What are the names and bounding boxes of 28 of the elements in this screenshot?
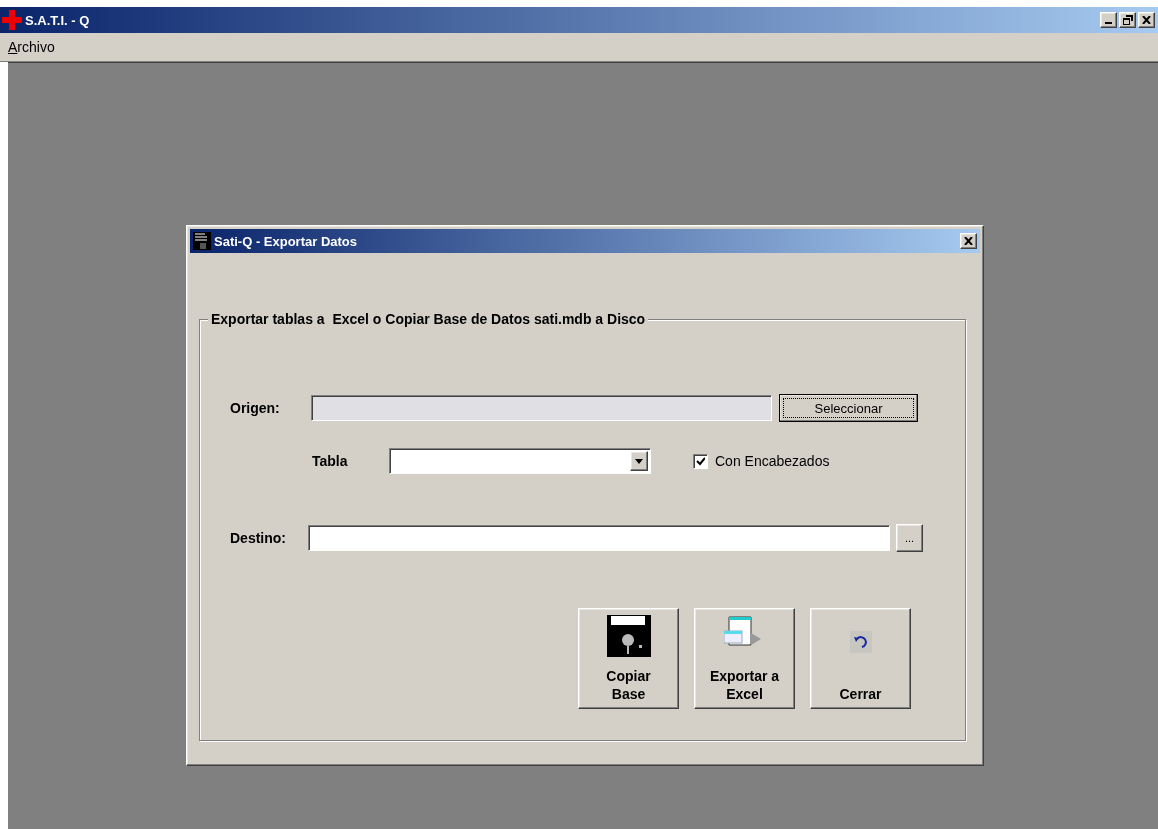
- dialog-title: Sati-Q - Exportar Datos: [214, 233, 359, 249]
- headers-checkbox[interactable]: [693, 453, 708, 469]
- action-button[interactable]: Copiar Base: [578, 608, 679, 709]
- menu-item[interactable]: Archivo: [8, 39, 55, 55]
- action-button[interactable]: Exportar a Excel: [694, 608, 795, 709]
- cross-icon: [2, 10, 22, 30]
- select-button[interactable]: Seleccionar: [779, 394, 918, 422]
- restore-button[interactable]: [1119, 12, 1136, 28]
- close-icon: [1142, 16, 1151, 24]
- close-button[interactable]: [960, 233, 977, 249]
- caret-icon: [635, 458, 643, 464]
- headers-label: Con Encabezados: [715, 453, 830, 469]
- close-icon: [964, 237, 973, 245]
- origin-label: Origen:: [230, 400, 281, 416]
- close-button[interactable]: [1138, 12, 1155, 28]
- window-title: S.A.T.I. - Q: [25, 12, 91, 28]
- minimize-button[interactable]: [1100, 12, 1117, 28]
- restore-icon: [1122, 15, 1133, 25]
- document-stack-icon: [193, 232, 211, 250]
- table-dropdown[interactable]: [389, 448, 651, 474]
- action-button[interactable]: Cerrar: [810, 608, 911, 709]
- browse-button[interactable]: ...: [896, 524, 923, 552]
- dropdown-arrow-button[interactable]: [630, 451, 648, 471]
- destination-label: Destino:: [230, 530, 287, 546]
- destination-field[interactable]: [308, 525, 890, 551]
- table-label: Tabla: [312, 453, 349, 469]
- undo-icon: [849, 631, 872, 653]
- group-title: Exportar tablas a Excel o Copiar Base de Datos sati.mdb a Disco: [208, 311, 649, 327]
